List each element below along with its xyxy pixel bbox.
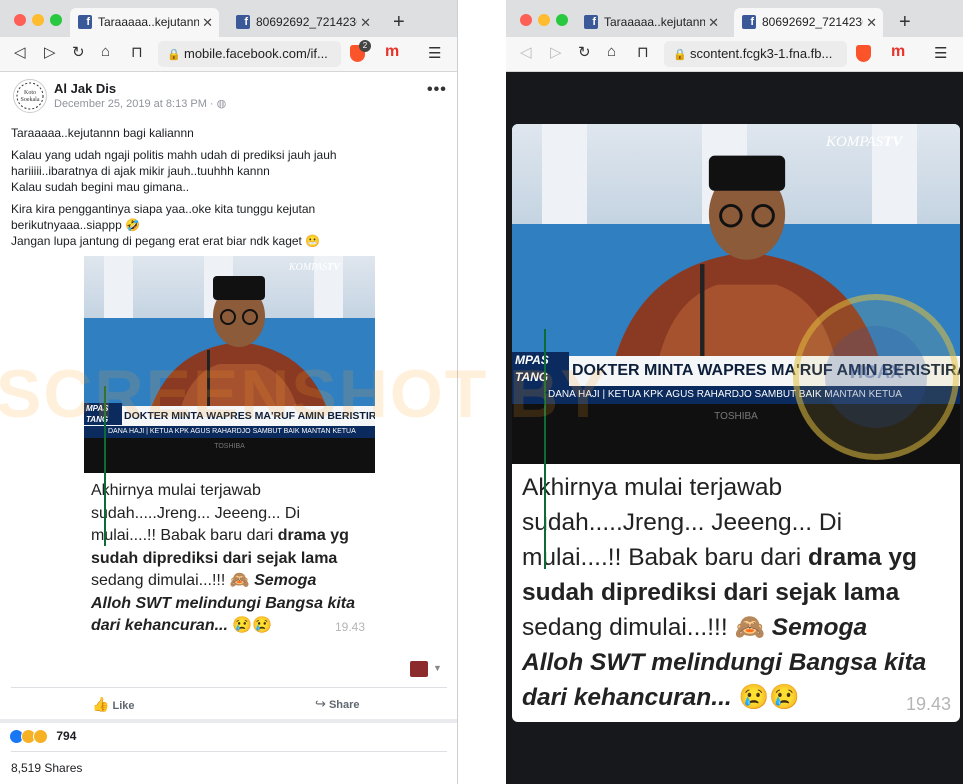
new-tab-button[interactable]: + [393,8,405,37]
viewer-thumbnail[interactable] [410,661,428,677]
shield-count-badge: 2 [359,40,371,52]
bookmark-icon[interactable]: ⊓ [131,43,143,61]
back-icon[interactable]: ◁ [520,43,532,61]
section-separator [0,719,457,723]
bookmark-icon[interactable]: ⊓ [637,43,649,61]
url-text: mobile.facebook.com/if... [184,46,328,61]
channel-logo: KOMPASTV [826,134,903,150]
url-text: scontent.fcgk3-1.fna.fb... [690,46,833,61]
shares-count[interactable]: 8,519 Shares [11,761,82,775]
tab-image[interactable]: f 80692692_72142362 ✕ [734,8,883,37]
tab-title: Taraaaaa..kejutannn b [98,15,199,29]
brave-shield-icon[interactable]: 2 [350,40,371,62]
facebook-icon: f [742,15,756,29]
tab-title: Taraaaaa..kejutannn b [604,15,705,29]
tab-post[interactable]: f Taraaaaa..kejutannn b ✕ [70,8,219,37]
speaker-image [149,276,329,414]
message-time: 19.43 [906,694,952,714]
minimize-window-button[interactable] [538,14,550,26]
wow-reaction-icon [33,729,48,745]
maximize-window-button[interactable] [556,14,568,26]
close-tab-icon[interactable]: ✕ [708,8,719,37]
maximize-window-button[interactable] [50,14,62,26]
divider [11,687,447,688]
home-icon[interactable]: ⌂ [607,43,616,60]
share-arrow-icon: ↪ [315,696,326,711]
minimize-window-button[interactable] [32,14,44,26]
lock-icon: 🔒 [167,49,181,61]
tab-bar: f Taraaaaa..kejutannn b ✕ f 80692692_721… [0,0,457,37]
back-icon[interactable]: ◁ [14,43,26,61]
news-headline: DOKTER MINTA WAPRES MA'RUF AMIN BERISTIR… [84,406,375,426]
tab-title: 80692692_72142362 [256,15,357,29]
menu-icon[interactable]: ☰ [934,44,947,62]
new-tab-button[interactable]: + [899,8,911,37]
post-author[interactable]: Al Jak Dis [54,81,116,96]
post-text-line: Kalau sudah begini mau gimana.. [11,180,190,194]
facebook-icon: f [78,15,92,29]
tab-post[interactable]: f Taraaaaa..kejutannn b ✕ [576,8,725,37]
facebook-icon: f [584,15,598,29]
close-tab-icon[interactable]: ✕ [866,8,877,37]
reactions-summary[interactable]: 794 [9,729,77,745]
forward-icon[interactable]: ▷ [44,43,56,61]
close-window-button[interactable] [520,14,532,26]
annotation-line [544,329,546,569]
globe-icon: ◍ [216,98,227,110]
tv-frame: KOMPASTV DOKTER MINTA WAPRES MA'RUF AMIN… [84,256,375,473]
post-text-line: Kira kira penggantinya siapa yaa..oke ki… [11,202,316,232]
post-text-line: Taraaaaa..kejutannn bagi kaliannn [11,126,194,140]
window-controls [520,13,574,31]
address-bar[interactable]: 🔒 scontent.fcgk3-1.fna.fb... [664,41,847,67]
facebook-icon: f [236,15,250,29]
reload-icon[interactable]: ↻ [578,43,591,61]
more-options-button[interactable]: ••• [427,81,447,99]
navigation-bar: ◁ ▷ ↻ ⌂ ⊓ 🔒 scontent.fcgk3-1.fna.fb... m… [506,37,963,72]
left-browser-window: f Taraaaaa..kejutannn b ✕ f 80692692_721… [0,0,458,784]
extension-m-icon[interactable]: m [385,43,399,61]
lock-icon: 🔒 [673,49,687,61]
close-tab-icon[interactable]: ✕ [202,8,213,37]
tab-image[interactable]: f 80692692_72142362 ✕ [228,8,377,37]
side-tag: MPAS TANG [512,352,569,386]
menu-icon[interactable]: ☰ [428,44,441,62]
window-controls [14,13,68,31]
tab-title: 80692692_72142362 [762,15,863,29]
close-tab-icon[interactable]: ✕ [360,8,371,37]
post-image[interactable]: KOMPASTV DOKTER MINTA WAPRES MA'RUF AMIN… [84,256,375,641]
home-icon[interactable]: ⌂ [101,43,110,60]
share-button[interactable]: ↪ Share [315,696,360,712]
side-tag: MPAS TANG [84,403,122,425]
svg-text:Soekala: Soekala [21,97,40,103]
svg-text:Koto: Koto [24,90,36,96]
thumbs-up-icon: 👍 [92,696,110,712]
tv-brand: TOSHIBA [84,438,375,473]
forward-icon[interactable]: ▷ [550,43,562,61]
annotation-line [104,386,106,546]
post-date-text: December 25, 2019 at 8:13 PM · [54,98,217,110]
extension-m-icon[interactable]: m [891,43,905,61]
tab-bar: f Taraaaaa..kejutannn b ✕ f 80692692_721… [506,0,963,37]
message-time: 19.43 [335,620,366,634]
post-text-line: Jangan lupa jantung di pegang erat erat … [11,234,321,248]
address-bar[interactable]: 🔒 mobile.facebook.com/if... [158,41,341,67]
close-window-button[interactable] [14,14,26,26]
navigation-bar: ◁ ▷ ↻ ⌂ ⊓ 🔒 mobile.facebook.com/if... 2 … [0,37,457,72]
news-ticker: DANA HAJI | KETUA KPK AGUS RAHARDJO SAMB… [84,426,375,438]
reaction-count: 794 [56,729,77,743]
anti-hoax-seal: HOAX [793,294,959,460]
divider [11,751,447,752]
chat-message: Akhirnya mulai terjawab sudah.....Jreng.… [522,474,927,711]
post-text-line: Kalau yang udah ngaji politis mahh udah … [11,148,337,178]
seal-text: HOAX [849,362,902,382]
like-button[interactable]: 👍 Like [92,696,135,713]
brave-shield-icon[interactable] [856,45,871,62]
chat-message: Akhirnya mulai terjawab sudah.....Jreng.… [91,482,356,634]
avatar[interactable]: Koto Soekala [13,79,47,113]
chevron-down-icon[interactable]: ▼ [433,663,442,673]
reload-icon[interactable]: ↻ [72,43,85,61]
post-date[interactable]: December 25, 2019 at 8:13 PM · ◍ [54,97,226,110]
channel-logo: KOMPASTV [289,262,340,273]
